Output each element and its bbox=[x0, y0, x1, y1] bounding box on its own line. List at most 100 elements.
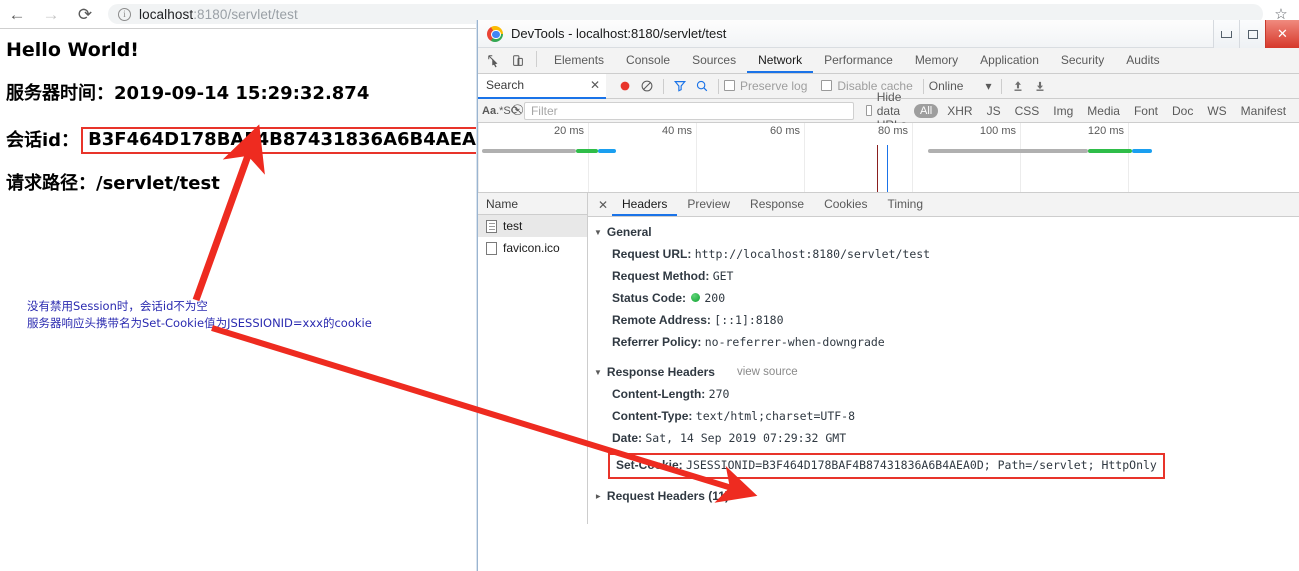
tab-security[interactable]: Security bbox=[1050, 48, 1115, 73]
general-section-header[interactable]: ▼ General bbox=[594, 225, 1299, 239]
waterfall-bar-download bbox=[576, 149, 598, 153]
timeline-tick-label: 120 ms bbox=[1087, 125, 1124, 137]
request-detail-pane: ✕ Headers Preview Response Cookies Timin… bbox=[588, 193, 1299, 524]
export-har-icon[interactable] bbox=[1029, 75, 1051, 97]
tab-memory[interactable]: Memory bbox=[904, 48, 969, 73]
document-icon bbox=[486, 241, 497, 255]
header-date: Date: Sat, 14 Sep 2019 07:29:32 GMT bbox=[612, 427, 1299, 449]
filter-type-js[interactable]: JS bbox=[982, 103, 1006, 119]
request-row-test[interactable]: test bbox=[478, 215, 587, 237]
site-info-icon[interactable]: i bbox=[118, 7, 131, 21]
timeline-gridline bbox=[478, 123, 479, 192]
back-button[interactable]: ← bbox=[0, 0, 34, 28]
filter-type-other[interactable]: Other bbox=[1295, 103, 1299, 119]
filter-type-font[interactable]: Font bbox=[1129, 103, 1163, 119]
throttling-select[interactable]: Online ▾ bbox=[929, 79, 992, 93]
header-name: Status Code: bbox=[612, 291, 687, 305]
waterfall-bar-wait bbox=[482, 149, 576, 153]
request-path-label: 请求路径： bbox=[6, 173, 96, 194]
tab-audits[interactable]: Audits bbox=[1115, 48, 1170, 73]
search-icon[interactable] bbox=[691, 75, 713, 97]
whole-word-icon[interactable]: S bbox=[503, 100, 510, 122]
annotation-text: 没有禁用Session时，会话id不为空 服务器响应头携带名为Set-Cooki… bbox=[27, 298, 372, 332]
search-close-icon[interactable]: ✕ bbox=[590, 78, 600, 92]
timeline-gridline bbox=[588, 123, 589, 192]
load-event-marker bbox=[887, 145, 888, 192]
filter-type-img[interactable]: Img bbox=[1048, 103, 1078, 119]
checkbox-box bbox=[724, 80, 735, 91]
header-value: 270 bbox=[708, 387, 730, 401]
search-label: Search bbox=[486, 78, 525, 92]
devtools-titlebar: DevTools - localhost:8180/servlet/test ✕ bbox=[478, 20, 1299, 48]
header-name: Set-Cookie: bbox=[616, 458, 683, 472]
request-headers-section-header[interactable]: ▼ Request Headers (11) bbox=[593, 489, 1299, 503]
search-panel-tab[interactable]: Search ✕ bbox=[478, 73, 606, 99]
import-har-icon[interactable] bbox=[1007, 75, 1029, 97]
detail-tab-strip: ✕ Headers Preview Response Cookies Timin… bbox=[588, 193, 1299, 217]
match-case-icon[interactable]: Aa bbox=[482, 100, 496, 122]
tab-console[interactable]: Console bbox=[615, 48, 681, 73]
header-value: [::1]:8180 bbox=[714, 313, 784, 327]
minimize-icon bbox=[1221, 30, 1232, 38]
timeline-gridline bbox=[696, 123, 697, 192]
detail-tab-timing[interactable]: Timing bbox=[877, 193, 933, 216]
clear-button[interactable] bbox=[636, 75, 658, 97]
reload-button[interactable]: ⟳ bbox=[68, 0, 102, 28]
tab-sources[interactable]: Sources bbox=[681, 48, 747, 73]
detail-close-icon[interactable]: ✕ bbox=[594, 198, 612, 212]
checkbox-box bbox=[821, 80, 833, 91]
view-source-link[interactable]: view source bbox=[737, 366, 798, 378]
header-status-code: Status Code: 200 bbox=[612, 287, 1299, 309]
server-time-line: 服务器时间：2019-09-14 15:29:32.874 bbox=[6, 85, 369, 103]
server-time-label: 服务器时间： bbox=[6, 83, 114, 104]
session-id-highlight-box: B3F464D178BAF4B87431836A6B4AEA0D bbox=[81, 127, 511, 154]
request-path-value: /servlet/test bbox=[96, 173, 220, 194]
tab-application[interactable]: Application bbox=[969, 48, 1050, 73]
refresh-icon[interactable]: ⟳ bbox=[511, 100, 520, 122]
filter-type-all[interactable]: All bbox=[913, 103, 939, 118]
header-value: JSESSIONID=B3F464D178BAF4B87431836A6B4AE… bbox=[686, 458, 1157, 472]
dom-content-loaded-marker bbox=[877, 145, 878, 192]
filter-toggle-icon[interactable] bbox=[669, 75, 691, 97]
regex-icon[interactable]: .* bbox=[496, 100, 503, 122]
forward-button[interactable]: → bbox=[34, 0, 68, 28]
filter-type-doc[interactable]: Doc bbox=[1167, 103, 1198, 119]
close-button[interactable]: ✕ bbox=[1265, 20, 1299, 48]
response-headers-section-header[interactable]: ▼ Response Headers view source bbox=[594, 365, 1299, 379]
request-row-favicon[interactable]: favicon.ico bbox=[478, 237, 587, 259]
minimize-button[interactable] bbox=[1213, 20, 1239, 48]
maximize-button[interactable] bbox=[1239, 20, 1265, 48]
toggle-device-toolbar-icon[interactable] bbox=[506, 49, 530, 73]
preserve-log-checkbox[interactable]: Preserve log bbox=[724, 79, 807, 93]
header-remote-address: Remote Address: [::1]:8180 bbox=[612, 309, 1299, 331]
throttling-value: Online bbox=[928, 79, 964, 93]
divider bbox=[718, 78, 719, 94]
filter-type-css[interactable]: CSS bbox=[1010, 103, 1045, 119]
inspect-element-icon[interactable] bbox=[482, 49, 506, 73]
detail-tab-preview[interactable]: Preview bbox=[677, 193, 740, 216]
detail-tab-cookies[interactable]: Cookies bbox=[814, 193, 877, 216]
record-button[interactable] bbox=[614, 75, 636, 97]
filter-input[interactable]: Filter bbox=[523, 101, 854, 120]
tab-performance[interactable]: Performance bbox=[813, 48, 904, 73]
detail-tab-response[interactable]: Response bbox=[740, 193, 814, 216]
filter-type-xhr[interactable]: XHR bbox=[942, 103, 977, 119]
toolbar-separator bbox=[536, 50, 537, 67]
window-controls: ✕ bbox=[1213, 20, 1299, 48]
request-list-column-header[interactable]: Name bbox=[478, 193, 587, 215]
waterfall-bar-wait bbox=[928, 149, 1088, 153]
triangle-down-icon: ▼ bbox=[594, 367, 602, 377]
filter-type-ws[interactable]: WS bbox=[1202, 103, 1231, 119]
tab-network[interactable]: Network bbox=[747, 48, 813, 73]
close-icon: ✕ bbox=[1277, 26, 1288, 41]
tab-elements[interactable]: Elements bbox=[543, 48, 615, 73]
network-overview-timeline[interactable]: 20 ms 40 ms 60 ms 80 ms 100 ms 120 ms bbox=[478, 123, 1299, 193]
request-name: favicon.ico bbox=[503, 241, 560, 255]
header-name: Request URL: bbox=[612, 247, 692, 261]
header-name: Content-Type: bbox=[612, 409, 693, 423]
filter-type-manifest[interactable]: Manifest bbox=[1236, 103, 1291, 119]
detail-tab-headers[interactable]: Headers bbox=[612, 193, 677, 216]
header-value: http://localhost:8180/servlet/test bbox=[694, 247, 931, 261]
filter-type-media[interactable]: Media bbox=[1082, 103, 1125, 119]
waterfall-bar-finish bbox=[1132, 149, 1152, 153]
